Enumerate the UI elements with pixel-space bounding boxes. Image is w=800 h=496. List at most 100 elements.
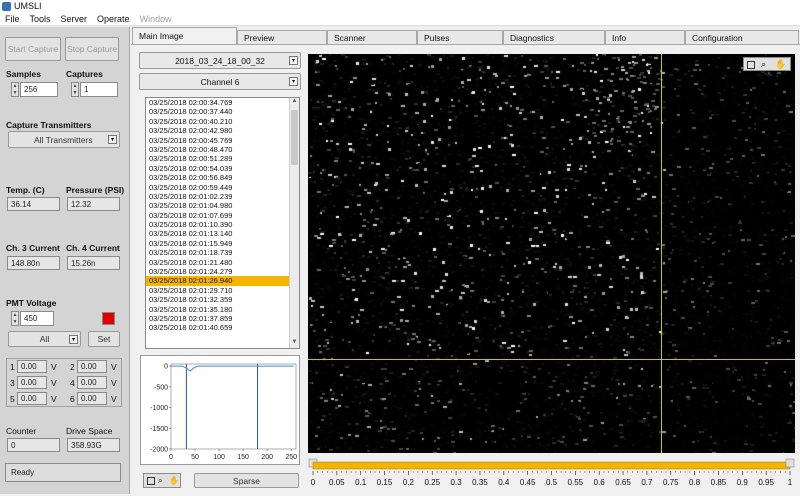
voltage-index: 1 <box>10 362 15 372</box>
zoom-icon[interactable]: ⌕ <box>761 59 766 70</box>
zoom-icon[interactable]: ⌕ <box>158 476 162 486</box>
list-item[interactable]: 03/25/2018 02:01:35.180 <box>146 305 299 314</box>
menu-tools[interactable]: Tools <box>25 13 56 24</box>
main-image[interactable]: ⌕ ✋ <box>308 54 795 453</box>
menu-operate[interactable]: Operate <box>92 13 135 24</box>
tab-configuration[interactable]: Configuration <box>685 30 799 44</box>
list-item[interactable]: 03/25/2018 02:00:37.440 <box>146 107 299 116</box>
pulse-plot-svg: 0-500-1000-1500-20000 50 100 150 200 250 <box>150 364 297 461</box>
pmt-stop-indicator[interactable] <box>102 312 115 325</box>
list-item[interactable]: 03/25/2018 02:00:54.039 <box>146 164 299 173</box>
samples-spinner[interactable]: ▲ ▼ <box>11 82 19 97</box>
file-list-scrollbar[interactable]: ▲ ▼ <box>289 98 299 348</box>
list-item[interactable]: 03/25/2018 02:01:29.710 <box>146 286 299 295</box>
dataset-select[interactable]: 2018_03_24_18_00_32 <box>139 52 301 69</box>
capture-transmitters-value: All Transmitters <box>34 134 93 145</box>
stop-capture-button[interactable]: Stop Capture <box>65 37 119 61</box>
start-capture-button[interactable]: Start Capture <box>5 37 61 61</box>
list-item[interactable]: 03/25/2018 02:01:37.859 <box>146 314 299 323</box>
slider-tick-label: 0.45 <box>520 478 536 487</box>
list-item[interactable]: 03/25/2018 02:01:10.390 <box>146 220 299 229</box>
list-item[interactable]: 03/25/2018 02:01:18.739 <box>146 248 299 257</box>
list-item[interactable]: 03/25/2018 02:01:40.659 <box>146 323 299 332</box>
menu-file[interactable]: File <box>0 13 25 24</box>
pmt-voltage-spinner[interactable]: ▲ ▼ <box>11 311 19 326</box>
tab-diagnostics[interactable]: Diagnostics <box>503 30 605 44</box>
slider-tick-label: 0.75 <box>663 478 679 487</box>
tab-preview[interactable]: Preview <box>237 30 327 44</box>
chevron-down-icon: ▾ <box>108 135 117 144</box>
y-tick-label: -2000 <box>150 447 168 454</box>
capture-transmitters-select[interactable]: All Transmitters <box>8 131 120 148</box>
slider-tick-label: 0.3 <box>451 478 463 487</box>
list-item[interactable]: 03/25/2018 02:01:07.699 <box>146 211 299 220</box>
pmt-voltage-input[interactable]: 450 <box>20 311 54 326</box>
hand-icon[interactable]: ✋ <box>775 59 786 70</box>
menu-window[interactable]: Window <box>135 13 177 24</box>
slider-fill[interactable] <box>312 461 791 470</box>
list-item[interactable]: 03/25/2018 02:01:32.359 <box>146 295 299 304</box>
image-slider[interactable]: 0 0.05 0.1 0.15 0.2 0.25 0.3 0.35 0.4 0.45 0.5 0.55… <box>308 457 795 494</box>
slider-tick-label: 0.25 <box>424 478 440 487</box>
slider-tick-label: 1 <box>788 478 793 487</box>
voltage-unit: V <box>51 394 57 404</box>
sparse-button[interactable]: Sparse <box>194 473 299 488</box>
list-item[interactable]: 03/25/2018 02:01:13.140 <box>146 229 299 238</box>
scroll-down-icon[interactable]: ▼ <box>290 339 299 348</box>
ch4-current-value: 15.26n <box>67 256 120 270</box>
channel-select[interactable]: Channel 6 <box>139 73 301 90</box>
scroll-up-icon[interactable]: ▲ <box>290 98 299 107</box>
vertical-cursor[interactable] <box>661 54 663 453</box>
samples-label: Samples <box>6 69 41 79</box>
list-item[interactable]: 03/25/2018 02:00:59.449 <box>146 183 299 192</box>
menu-server[interactable]: Server <box>56 13 93 24</box>
scroll-thumb[interactable] <box>291 110 298 165</box>
set-button[interactable]: Set <box>88 331 120 347</box>
list-item[interactable]: 03/25/2018 02:01:21.480 <box>146 258 299 267</box>
slider-thumb-right[interactable] <box>785 458 795 468</box>
list-item[interactable]: 03/25/2018 02:00:45.769 <box>146 136 299 145</box>
captures-spinner[interactable]: ▲ ▼ <box>71 82 79 97</box>
captures-input[interactable]: 1 <box>80 82 118 97</box>
slider-svg[interactable]: 0 0.05 0.1 0.15 0.2 0.25 0.3 0.35 0.4 0.45 0.5 0.55… <box>308 457 795 494</box>
list-item[interactable]: 03/25/2018 02:01:15.949 <box>146 239 299 248</box>
grid-icon[interactable] <box>147 477 155 485</box>
voltage-unit: V <box>111 362 117 372</box>
image-canvas[interactable] <box>308 54 795 453</box>
slider-tick-label: 0.35 <box>472 478 488 487</box>
horizontal-cursor[interactable] <box>308 359 795 361</box>
ch4-current-label: Ch. 4 Current <box>66 243 120 253</box>
x-tick-label: 250 <box>285 454 297 461</box>
list-item[interactable]: 03/25/2018 02:01:04.980 <box>146 201 299 210</box>
chevron-down-icon: ▾ <box>289 77 298 86</box>
slider-tick-label: 0.85 <box>711 478 727 487</box>
file-list[interactable]: 03/25/2018 02:00:34.769 03/25/2018 02:00:… <box>145 97 300 349</box>
samples-input[interactable]: 256 <box>20 82 58 97</box>
tab-info[interactable]: Info <box>605 30 685 44</box>
list-item[interactable]: 03/25/2018 02:00:34.769 <box>146 98 299 107</box>
voltage-value: 0.00 <box>77 376 107 389</box>
grid-icon[interactable] <box>747 61 755 69</box>
x-tick-label: 200 <box>261 454 273 461</box>
tab-main-image[interactable]: Main Image <box>132 27 237 44</box>
chevron-down-icon: ▾ <box>69 335 78 344</box>
list-item[interactable]: 03/25/2018 02:01:26.940 <box>146 276 299 286</box>
list-item[interactable]: 03/25/2018 02:00:56.849 <box>146 173 299 182</box>
plot-tools[interactable]: ⌕ ✋ <box>143 473 181 488</box>
tab-pulses[interactable]: Pulses <box>417 30 503 44</box>
list-item[interactable]: 03/25/2018 02:00:51.289 <box>146 154 299 163</box>
control-panel: Start Capture Stop Capture Samples Captu… <box>0 27 130 494</box>
list-item[interactable]: 03/25/2018 02:00:42.980 <box>146 126 299 135</box>
app-icon <box>2 2 11 11</box>
slider-tick-label: 0.9 <box>737 478 749 487</box>
voltage-index: 4 <box>70 378 75 388</box>
list-item[interactable]: 03/25/2018 02:01:02.239 <box>146 192 299 201</box>
list-item[interactable]: 03/25/2018 02:00:40.210 <box>146 117 299 126</box>
image-tools[interactable]: ⌕ ✋ <box>743 57 791 71</box>
list-item[interactable]: 03/25/2018 02:01:24.279 <box>146 267 299 276</box>
drive-space-label: Drive Space <box>66 426 113 436</box>
hand-icon[interactable]: ✋ <box>169 476 179 485</box>
slider-tick-label: 0.4 <box>498 478 510 487</box>
list-item[interactable]: 03/25/2018 02:00:48.470 <box>146 145 299 154</box>
tab-scanner[interactable]: Scanner <box>327 30 417 44</box>
